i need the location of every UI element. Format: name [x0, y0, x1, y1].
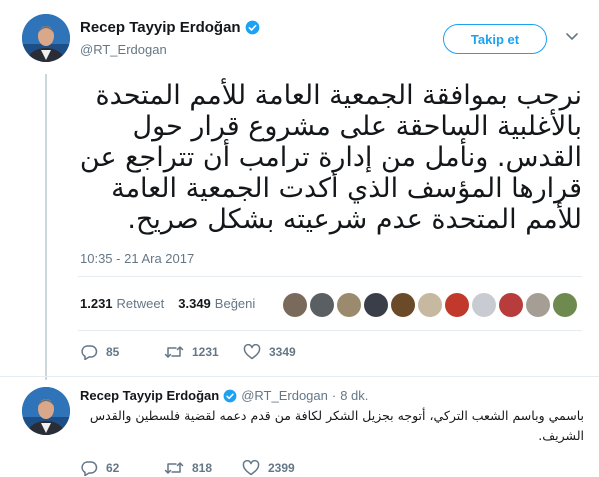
reply-timestamp[interactable]: 8 dk. [340, 388, 368, 403]
author-handle[interactable]: @RT_Erdogan [80, 42, 167, 57]
liker-avatar[interactable] [499, 293, 523, 317]
separator-dot: · [331, 388, 337, 403]
tweet-timestamp[interactable]: 10:35 - 21 Ara 2017 [80, 251, 194, 266]
reply-count: 85 [106, 345, 120, 359]
retweet-stat[interactable]: 1.231 Retweet [80, 296, 164, 311]
like-count: 2399 [268, 461, 295, 475]
thread-connector-line [45, 74, 47, 380]
liker-avatar[interactable] [553, 293, 577, 317]
tweet-stats: 1.231 Retweet 3.349 Beğeni [80, 296, 255, 311]
reply-header: Recep Tayyip Erdoğan @RT_Erdogan · 8 dk. [80, 388, 368, 403]
like-stat[interactable]: 3.349 Beğeni [178, 296, 255, 311]
retweet-stat-count: 1.231 [80, 296, 113, 311]
reply-button[interactable]: 85 [80, 344, 164, 360]
reply-author-handle[interactable]: @RT_Erdogan [241, 388, 328, 403]
tweet-text: نرحب بموافقة الجمعية العامة للأمم المتحد… [79, 80, 582, 235]
like-count: 3349 [269, 345, 296, 359]
reply-tweet-text: باسمي وباسم الشعب التركي، أتوجه بجزيل ال… [89, 408, 584, 443]
like-stat-count: 3.349 [178, 296, 211, 311]
verified-badge-icon [223, 389, 237, 402]
retweet-button[interactable]: 1231 [164, 344, 243, 360]
heart-icon [243, 344, 261, 360]
reply-button[interactable]: 62 [80, 460, 164, 476]
retweet-icon [164, 462, 184, 474]
chevron-down-icon[interactable] [565, 32, 579, 42]
liker-avatar[interactable] [364, 293, 388, 317]
heart-icon [242, 460, 260, 476]
retweet-icon [164, 346, 184, 358]
liker-avatar[interactable] [283, 293, 307, 317]
reply-icon [81, 345, 98, 360]
liker-avatar[interactable] [337, 293, 361, 317]
liker-avatar[interactable] [526, 293, 550, 317]
author-name[interactable]: Recep Tayyip Erdoğan [80, 19, 260, 36]
liker-avatar[interactable] [310, 293, 334, 317]
divider [78, 330, 582, 331]
retweet-count: 1231 [192, 345, 219, 359]
liker-avatar[interactable] [418, 293, 442, 317]
like-button[interactable]: 2399 [242, 460, 295, 476]
verified-badge-icon [245, 20, 259, 35]
tweet-actions: 85 1231 3349 [80, 344, 296, 360]
reply-author-avatar[interactable] [22, 387, 70, 435]
reply-author-name[interactable]: Recep Tayyip Erdoğan [80, 388, 219, 403]
author-name-text[interactable]: Recep Tayyip Erdoğan [80, 19, 241, 36]
divider [78, 276, 582, 277]
divider [0, 376, 599, 377]
follow-button[interactable]: Takip et [443, 24, 547, 54]
reply-tweet-actions: 62 818 2399 [80, 460, 295, 476]
like-button[interactable]: 3349 [243, 344, 296, 360]
liker-avatar[interactable] [472, 293, 496, 317]
liker-avatar[interactable] [391, 293, 415, 317]
reply-count: 62 [106, 461, 120, 475]
liker-avatar[interactable] [445, 293, 469, 317]
retweet-button[interactable]: 818 [164, 460, 242, 476]
like-stat-label: Beğeni [214, 296, 256, 311]
reply-icon [81, 461, 98, 476]
retweet-stat-label: Retweet [116, 296, 165, 311]
liker-avatars [283, 293, 577, 317]
author-avatar[interactable] [22, 14, 70, 62]
retweet-count: 818 [192, 461, 213, 475]
